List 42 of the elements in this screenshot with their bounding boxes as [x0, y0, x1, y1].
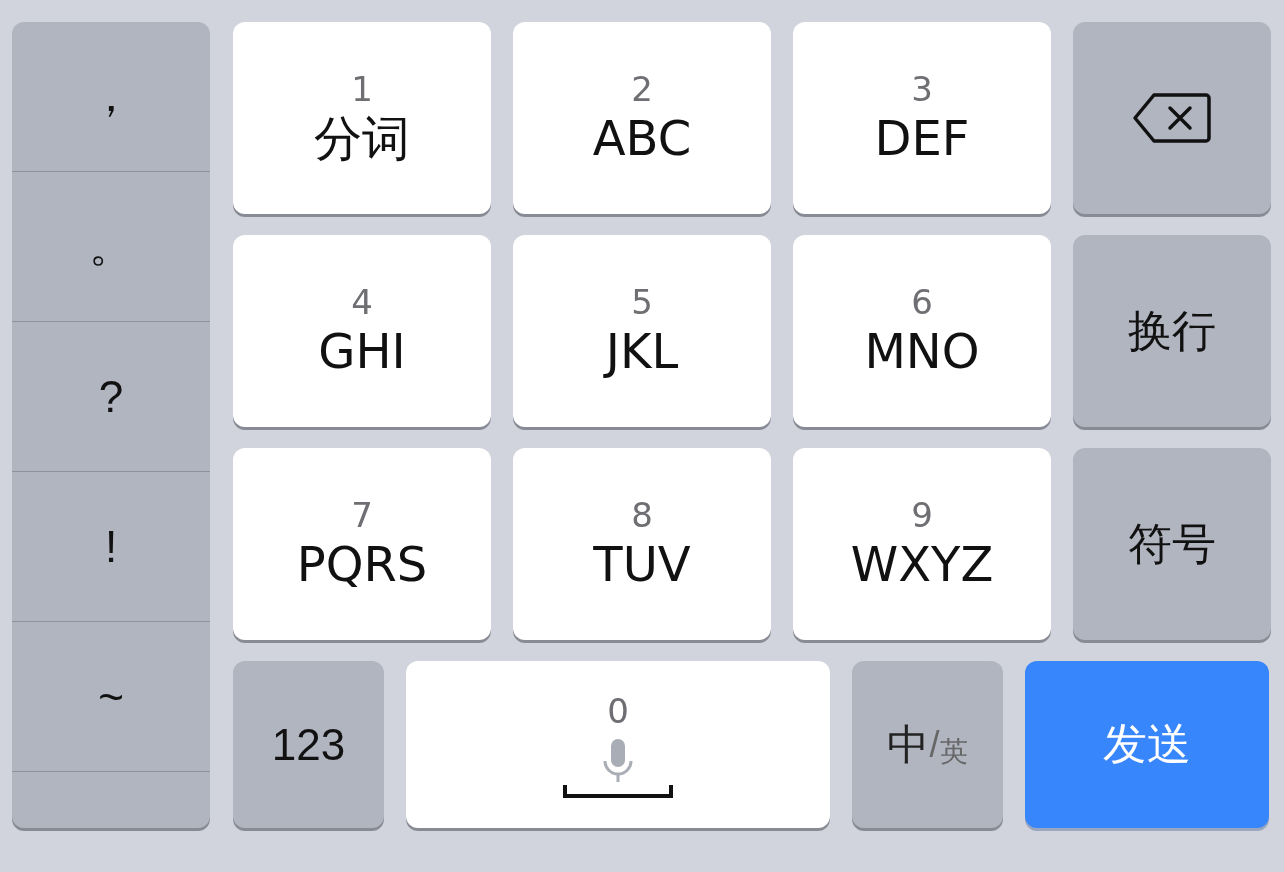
key-digit: 6 [911, 282, 933, 322]
key-digit: 3 [911, 69, 933, 109]
key-letters: 分词 [314, 109, 410, 167]
key-digit: 7 [351, 495, 373, 535]
function-key[interactable]: 符号 [1073, 448, 1271, 640]
punctuation-key[interactable]: ? [12, 322, 210, 472]
backspace-icon [1132, 92, 1212, 144]
key-digit: 0 [607, 690, 629, 731]
key-digit: 8 [631, 495, 653, 535]
letter-key[interactable]: 5 JKL [513, 235, 771, 427]
key-digit: 5 [631, 282, 653, 322]
key-letters: MNO [864, 322, 980, 380]
punctuation-key[interactable]: ~ [12, 622, 210, 772]
key-letters: GHI [318, 322, 406, 380]
punctuation-key[interactable]: ! [12, 472, 210, 622]
letter-key[interactable]: 4 GHI [233, 235, 491, 427]
key-digit: 4 [351, 282, 373, 322]
microphone-icon [602, 738, 634, 783]
key-digit: 1 [351, 69, 373, 109]
key-letters: DEF [874, 109, 970, 167]
key-digit: 2 [631, 69, 653, 109]
letter-key[interactable]: 1 分词 [233, 22, 491, 214]
letter-key[interactable]: 7 PQRS [233, 448, 491, 640]
key-letters: WXYZ [850, 535, 994, 593]
send-key[interactable]: 发送 [1025, 661, 1269, 828]
key-letters: PQRS [296, 535, 428, 593]
space-icon [563, 784, 673, 799]
key-letters: TUV [593, 535, 691, 593]
letter-key[interactable]: 3 DEF [793, 22, 1051, 214]
numbers-key[interactable]: 123 [233, 661, 384, 828]
letter-key[interactable]: 8 TUV [513, 448, 771, 640]
punctuation-key[interactable]: ， [12, 22, 210, 172]
letter-key[interactable]: 2 ABC [513, 22, 771, 214]
space-key[interactable]: 0 [406, 661, 830, 828]
function-key[interactable]: 换行 [1073, 235, 1271, 427]
punctuation-key[interactable]: 。 [12, 172, 210, 322]
key-letters: ABC [592, 109, 692, 167]
key-digit: 9 [911, 495, 933, 535]
letter-key[interactable]: 6 MNO [793, 235, 1051, 427]
letter-key[interactable]: 9 WXYZ [793, 448, 1051, 640]
key-letters: JKL [605, 322, 679, 380]
delete-key[interactable] [1073, 22, 1271, 214]
